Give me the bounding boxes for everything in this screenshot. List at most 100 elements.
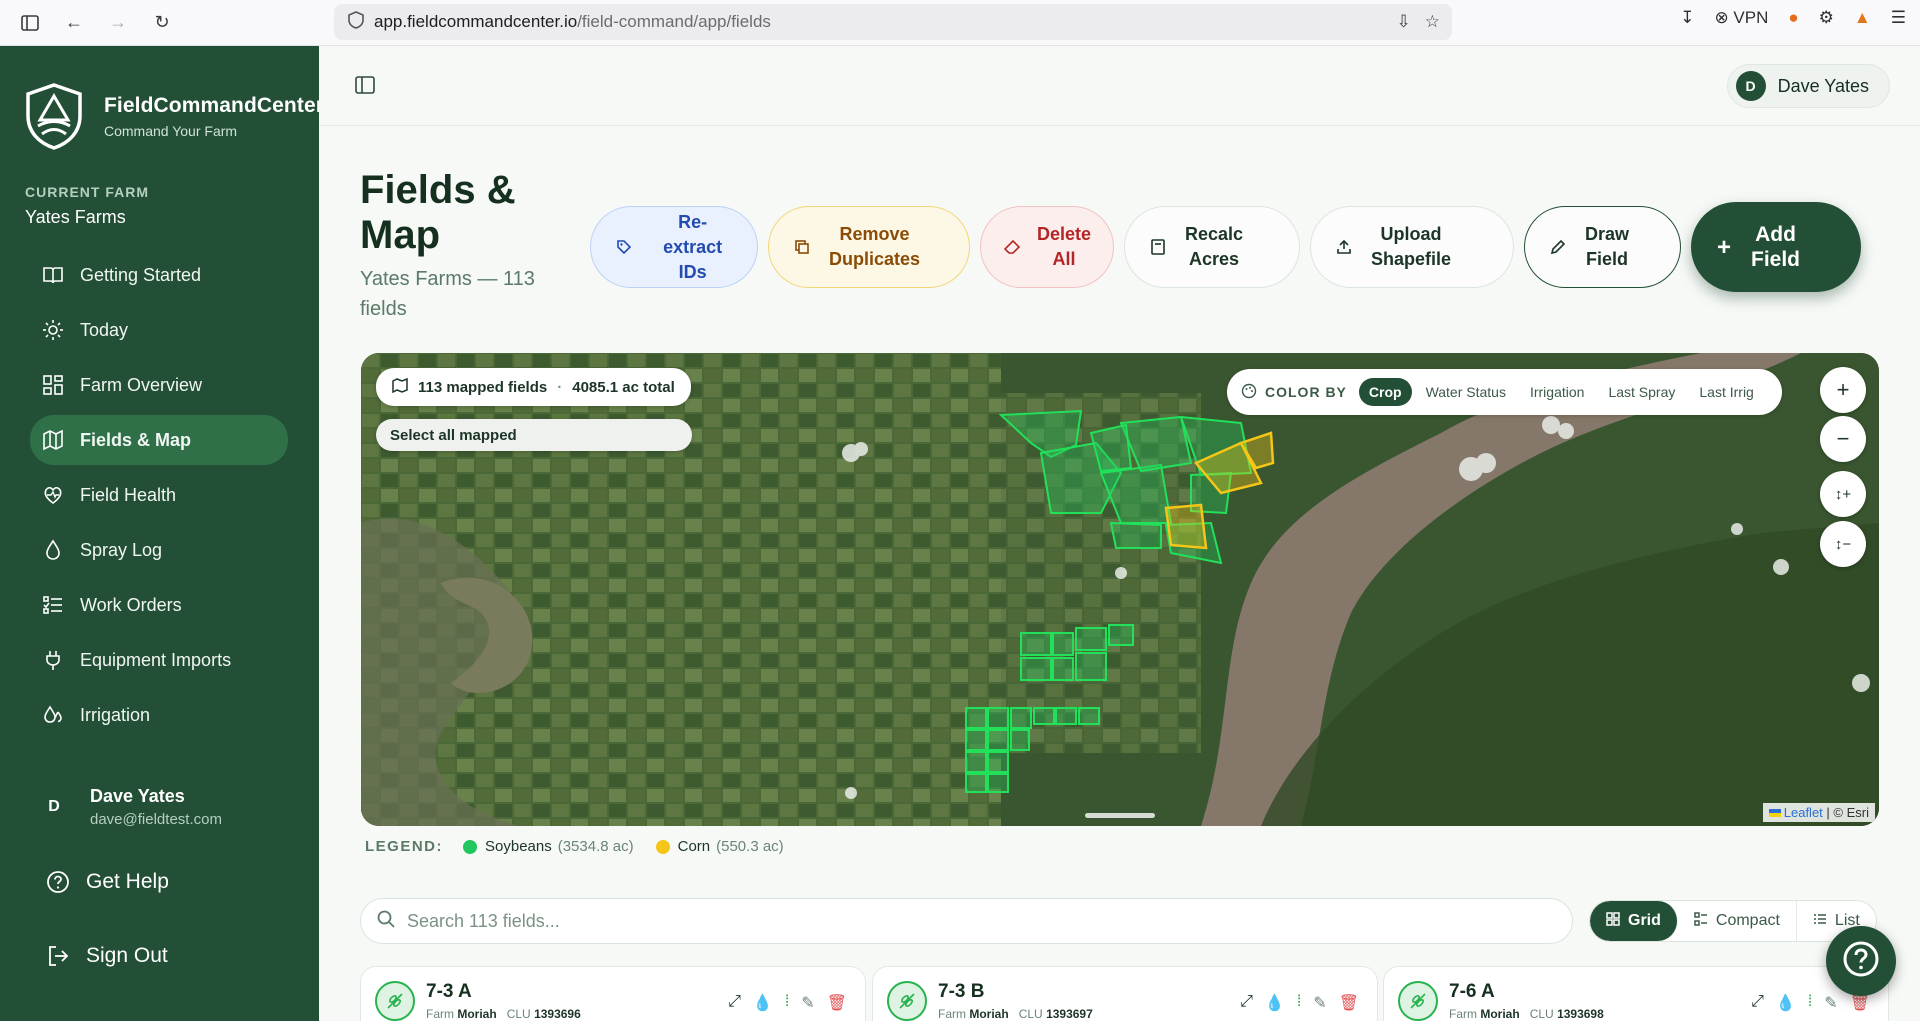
button-label: Field (1751, 248, 1801, 271)
expand-icon[interactable]: ⤢ (1751, 993, 1764, 1013)
panel-toggle-icon[interactable] (355, 76, 375, 94)
field-card[interactable]: 7-6 A Farm Moriah CLU 1393698 ⤢ 💧 ⁞ ✎ 🗑 (1383, 966, 1889, 1021)
sidebar-item-spray-log[interactable]: Spray Log (30, 525, 288, 575)
color-by-control: COLOR BY Crop Water Status Irrigation La… (1227, 369, 1782, 415)
brand[interactable]: FieldCommandCenter Command Your Farm (24, 82, 324, 150)
leaflet-link[interactable]: Leaflet (1784, 805, 1823, 820)
sidebar-item-label: Spray Log (80, 539, 163, 560)
color-by-crop[interactable]: Crop (1358, 378, 1412, 406)
water-icon[interactable]: 💧 (753, 993, 773, 1013)
draw-field-button[interactable]: Draw Field (1524, 206, 1681, 288)
health-icon (40, 482, 66, 508)
footprints-icon[interactable]: ⁞ (1297, 993, 1301, 1013)
view-compact-button[interactable]: Compact (1678, 901, 1797, 941)
delete-all-button[interactable]: Delete All (980, 206, 1114, 288)
sidebar-item-irrigation[interactable]: Irrigation (30, 690, 288, 740)
zoom-in-button[interactable]: + (1820, 367, 1866, 413)
reextract-ids-button[interactable]: Re-extract IDs (590, 206, 758, 288)
back-icon[interactable]: ← (60, 9, 88, 37)
sidebar-item-equipment-imports[interactable]: Equipment Imports (30, 635, 288, 685)
grid-icon (1606, 911, 1620, 931)
profile-icon[interactable]: ● (1788, 8, 1798, 28)
eraser-icon (1003, 239, 1021, 255)
water-icon[interactable]: 💧 (1776, 993, 1796, 1013)
forward-icon[interactable]: → (104, 9, 132, 37)
field-search (360, 898, 1573, 944)
extensions-icon[interactable]: ⚙ (1819, 8, 1834, 28)
button-label: Acres (1189, 249, 1240, 269)
bookmark-star-icon[interactable]: ☆ (1425, 12, 1440, 32)
sidebar-user[interactable]: D Dave Yates dave@fieldtest.com (36, 786, 222, 828)
remove-duplicates-button[interactable]: Remove Duplicates (768, 206, 970, 288)
edit-icon[interactable]: ✎ (801, 993, 814, 1013)
sidebar-item-label: Getting Started (80, 264, 202, 285)
shrink-vertical-icon: ↕− (1834, 535, 1852, 553)
search-input[interactable] (407, 910, 1507, 932)
expand-icon[interactable]: ⤢ (728, 993, 741, 1013)
map-resize-handle[interactable] (1085, 813, 1155, 818)
field-map[interactable]: 113 mapped fields · 4085.1 ac total Sele… (361, 353, 1879, 826)
expand-icon[interactable]: ⤢ (1240, 993, 1253, 1013)
recalc-acres-button[interactable]: Recalc Acres (1124, 206, 1300, 288)
color-by-last-spray[interactable]: Last Spray (1598, 378, 1685, 406)
button-label: All (1052, 249, 1076, 269)
footprints-icon[interactable]: ⁞ (1808, 993, 1812, 1013)
legend-label: LEGEND: (365, 838, 443, 855)
sidebar-item-label: Field Health (80, 484, 177, 505)
wheat-icon (887, 981, 927, 1021)
sidebar-item-work-orders[interactable]: Work Orders (30, 580, 288, 630)
tag-icon (613, 239, 634, 255)
color-by-last-irrig[interactable]: Last Irrig (1689, 378, 1763, 406)
map-attribution: Leaflet | © Esri (1762, 803, 1875, 822)
edit-icon[interactable]: ✎ (1313, 993, 1326, 1013)
footprints-icon[interactable]: ⁞ (785, 993, 789, 1013)
field-card[interactable]: 7-3 B Farm Moriah CLU 1393697 ⤢ 💧 ⁞ ✎ 🗑 (872, 966, 1378, 1021)
sidebar-item-field-health[interactable]: Field Health (30, 470, 288, 520)
field-name: 7-6 A (1449, 981, 1495, 1002)
plug-icon (40, 647, 66, 673)
address-bar[interactable]: app.fieldcommandcenter.io /field-command… (334, 4, 1452, 40)
sidebar-item-getting-started[interactable]: Getting Started (30, 250, 288, 300)
current-farm-name[interactable]: Yates Farms (25, 207, 126, 228)
sidebar-toggle-icon[interactable] (16, 9, 44, 37)
color-by-water-status[interactable]: Water Status (1416, 378, 1516, 406)
sidebar: FieldCommandCenter Command Your Farm CUR… (0, 46, 324, 1021)
add-field-button[interactable]: + Add Field (1691, 202, 1861, 292)
view-label: Compact (1715, 912, 1780, 929)
trash-icon[interactable]: 🗑 (827, 993, 847, 1013)
shrink-vertical-button[interactable]: ↕− (1820, 521, 1866, 567)
browser-toolbar: ← → ↻ app.fieldcommandcenter.io /field-c… (0, 0, 1920, 46)
button-label: Remove (839, 224, 910, 244)
expand-vertical-button[interactable]: ↕+ (1820, 471, 1866, 517)
vpn-button[interactable]: ⊗ VPN (1714, 8, 1768, 28)
trash-icon[interactable]: 🗑 (1850, 993, 1870, 1013)
mapped-count: 113 mapped fields (418, 378, 548, 396)
action-toolbar: Re-extract IDs Remove Duplicates Delete All… (590, 202, 1861, 292)
field-card[interactable]: 7-3 A Farm Moriah CLU 1393696 ⤢ 💧 ⁞ ✎ 🗑 (360, 966, 866, 1021)
sign-out-label: Sign Out (86, 944, 168, 967)
wheat-icon (375, 981, 415, 1021)
water-icon[interactable]: 💧 (1265, 993, 1285, 1013)
help-fab-button[interactable] (1826, 926, 1896, 996)
zoom-out-button[interactable]: − (1820, 416, 1866, 462)
view-grid-button[interactable]: Grid (1590, 901, 1678, 941)
color-by-irrigation[interactable]: Irrigation (1520, 378, 1594, 406)
fox-extension-icon[interactable]: ▲ (1854, 8, 1871, 28)
sign-out-link[interactable]: Sign Out (44, 942, 168, 970)
sidebar-item-today[interactable]: Today (30, 305, 288, 355)
install-icon[interactable]: ⇩ (1397, 12, 1411, 32)
sidebar-item-farm-overview[interactable]: Farm Overview (30, 360, 288, 410)
grid-icon (40, 372, 66, 398)
get-help-link[interactable]: Get Help (44, 868, 169, 896)
downloads-icon[interactable]: ↧ (1680, 8, 1694, 28)
select-all-mapped-button[interactable]: Select all mapped (376, 419, 692, 451)
menu-icon[interactable]: ☰ (1891, 8, 1906, 28)
legend-item-acres: (3534.8 ac) (557, 838, 634, 855)
edit-icon[interactable]: ✎ (1824, 993, 1837, 1013)
trash-icon[interactable]: 🗑 (1339, 993, 1359, 1013)
plus-icon: + (1716, 233, 1731, 261)
user-menu-button[interactable]: D Dave Yates (1726, 64, 1890, 108)
sidebar-item-fields-map[interactable]: Fields & Map (30, 415, 288, 465)
upload-shapefile-button[interactable]: Upload Shapefile (1310, 206, 1514, 288)
reload-icon[interactable]: ↻ (148, 9, 176, 37)
